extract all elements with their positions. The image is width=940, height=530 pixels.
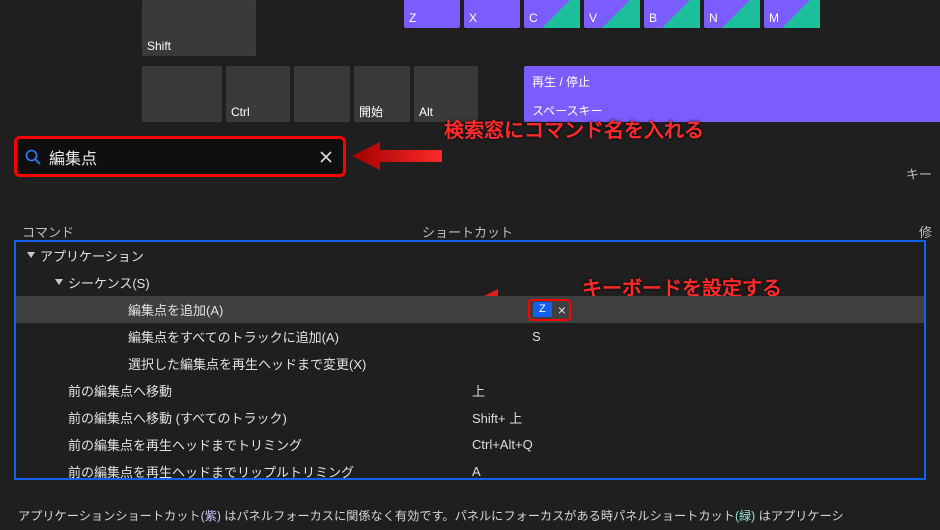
column-header-modifier: 修 <box>919 222 932 241</box>
command-name: 前の編集点へ移動 (すべてのトラック) <box>68 408 458 427</box>
key-開始[interactable]: 開始 <box>354 66 410 122</box>
command-row[interactable]: 前の編集点へ移動上 <box>16 377 924 404</box>
key-mod[interactable] <box>294 66 350 122</box>
command-name: 選択した編集点を再生ヘッドまで変更(X) <box>128 354 518 373</box>
shortcut-cell[interactable]: Z× <box>518 299 924 321</box>
key-letter: B <box>649 11 695 25</box>
key-label: Ctrl <box>231 105 285 119</box>
search-clear-button[interactable] <box>317 148 335 166</box>
search-value: 編集点 <box>49 145 317 169</box>
command-row[interactable]: 編集点をすべてのトラックに追加(A)S <box>16 323 924 350</box>
key-letter: X <box>469 11 515 25</box>
disclosure-icon[interactable] <box>54 275 68 290</box>
command-name: 前の編集点を再生ヘッドまでトリミング <box>68 435 458 454</box>
command-name: シーケンス(S) <box>68 273 458 292</box>
key-Z[interactable]: 追加(A)Z <box>404 0 460 28</box>
key-B[interactable]: ツールB <box>644 0 700 28</box>
command-row[interactable]: 前の編集点を再生ヘッドまでリップルトリミングA <box>16 458 924 480</box>
key-letter: V <box>589 11 635 25</box>
key-space-top: 再生 / 停止 <box>532 75 590 89</box>
key-N[interactable]: グツールN <box>704 0 760 28</box>
command-name: 編集点をすべてのトラックに追加(A) <box>128 327 518 346</box>
help-footer: アプリケーションショートカット(紫) はパネルフォーカスに関係なく有効です。パネ… <box>18 506 940 524</box>
command-row[interactable]: シーケンス(S) <box>16 269 924 296</box>
search-icon <box>25 149 41 165</box>
command-search-input[interactable]: 編集点 <box>14 136 346 177</box>
command-row[interactable]: 前の編集点を再生ヘッドまでトリミングCtrl+Alt+Q <box>16 431 924 458</box>
key-mod[interactable] <box>142 66 222 122</box>
shortcut-cell: 上 <box>458 381 924 400</box>
key-letter: Z <box>409 11 455 25</box>
key-M[interactable]: をM <box>764 0 820 28</box>
key-C[interactable]: ツールC <box>524 0 580 28</box>
command-name: アプリケーション <box>40 246 430 265</box>
shortcut-cell: Ctrl+Alt+Q <box>458 437 924 452</box>
key-label: 開始 <box>359 105 405 119</box>
command-name: 前の編集点へ移動 <box>68 381 458 400</box>
shortcut-key: Z <box>533 302 552 317</box>
key-letter: C <box>529 11 575 25</box>
key-V[interactable]: ルV <box>584 0 640 28</box>
shortcut-cell: Shift+ 上 <box>458 408 924 427</box>
keyboard-preview: Shift 追加(A)Zをマー…XツールCルVツールBグツールNをM Ctrl 開… <box>0 0 940 125</box>
command-name: 前の編集点を再生ヘッドまでリップルトリミング <box>68 462 458 480</box>
annotation-arrow-1 <box>352 138 442 174</box>
key-X[interactable]: をマー…X <box>464 0 520 28</box>
command-tree[interactable]: アプリケーションシーケンス(S)編集点を追加(A)Z×編集点をすべてのトラックに… <box>14 240 926 480</box>
command-row[interactable]: アプリケーション <box>16 242 924 269</box>
shortcut-chip[interactable]: Z× <box>528 299 571 321</box>
key-label: Shift <box>147 39 251 53</box>
remove-shortcut-button[interactable]: × <box>558 302 566 318</box>
command-name: 編集点を追加(A) <box>128 300 518 319</box>
disclosure-icon[interactable] <box>26 248 40 263</box>
column-header-shortcut: ショートカット <box>422 222 513 241</box>
command-row[interactable]: 前の編集点へ移動 (すべてのトラック)Shift+ 上 <box>16 404 924 431</box>
column-header-key: キー <box>906 164 932 183</box>
close-icon <box>320 151 332 163</box>
key-letter: M <box>769 11 815 25</box>
column-header-command: コマンド <box>22 222 74 241</box>
command-row[interactable]: 編集点を追加(A)Z× <box>16 296 924 323</box>
command-row[interactable]: 選択した編集点を再生ヘッドまで変更(X) <box>16 350 924 377</box>
key-Ctrl[interactable]: Ctrl <box>226 66 290 122</box>
key-letter: N <box>709 11 755 25</box>
shortcut-cell: A <box>458 464 924 479</box>
key-shift[interactable]: Shift <box>142 0 256 56</box>
annotation-text-1: 検索窓にコマンド名を入れる <box>444 114 704 143</box>
shortcut-cell: S <box>518 329 924 344</box>
